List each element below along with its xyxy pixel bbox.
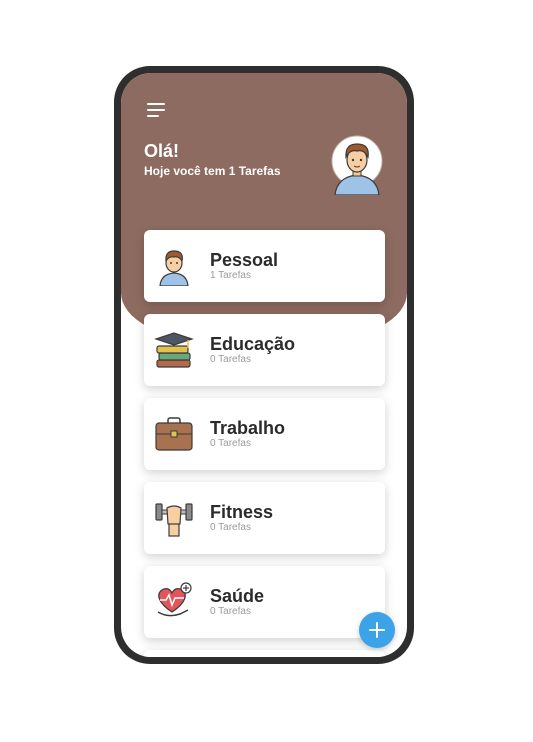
category-title: Saúde xyxy=(210,586,265,606)
avatar[interactable] xyxy=(331,135,383,195)
phone-frame: Olá! Hoje você tem 1 Tarefas Pessoal 1 T… xyxy=(114,66,414,664)
category-card-saude[interactable]: Saúde 0 Tarefas xyxy=(144,566,385,638)
category-title: Fitness xyxy=(210,502,274,522)
category-card-next[interactable] xyxy=(144,650,385,657)
category-card-fitness[interactable]: Fitness 0 Tarefas xyxy=(144,482,385,554)
greeting-title: Olá! xyxy=(144,141,180,161)
category-card-pessoal[interactable]: Pessoal 1 Tarefas xyxy=(144,230,385,302)
category-title: Trabalho xyxy=(210,418,286,438)
category-count: 0 Tarefas xyxy=(210,354,251,365)
dumbbell-icon xyxy=(155,503,193,537)
category-card-trabalho[interactable]: Trabalho 0 Tarefas xyxy=(144,398,385,470)
menu-icon[interactable] xyxy=(147,101,169,119)
category-title: Educação xyxy=(210,334,296,354)
person-icon xyxy=(159,250,189,286)
category-card-educacao[interactable]: Educação 0 Tarefas xyxy=(144,314,385,386)
plus-icon-vertical xyxy=(376,622,378,638)
heart-health-icon xyxy=(157,582,192,617)
briefcase-icon xyxy=(155,417,193,451)
category-title: Pessoal xyxy=(210,250,279,270)
category-count: 0 Tarefas xyxy=(210,606,251,617)
category-count: 0 Tarefas xyxy=(210,438,251,449)
graduation-cap-books-icon xyxy=(154,332,194,368)
app-screen: Olá! Hoje você tem 1 Tarefas Pessoal 1 T… xyxy=(121,73,407,657)
category-count: 0 Tarefas xyxy=(210,522,251,533)
category-count: 1 Tarefas xyxy=(210,270,251,281)
add-task-button[interactable] xyxy=(359,612,395,648)
tasks-summary: Hoje você tem 1 Tarefas xyxy=(144,164,281,178)
